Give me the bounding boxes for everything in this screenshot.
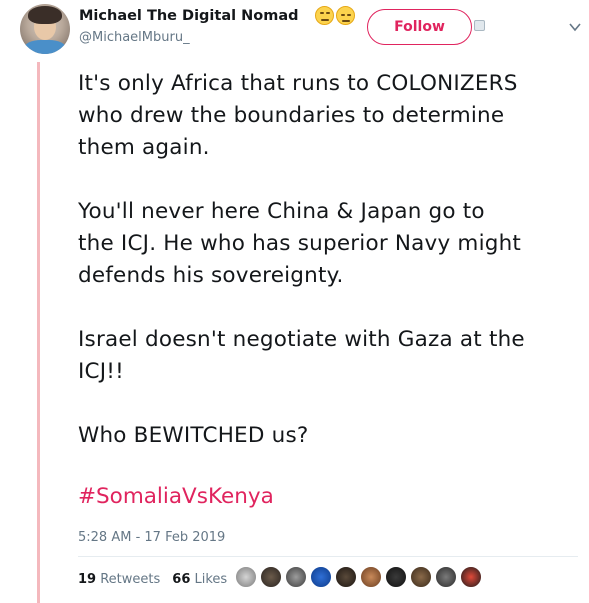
unamused-emoji-icon <box>336 6 355 25</box>
emoji-eye <box>347 14 351 16</box>
liker-avatar-9[interactable] <box>435 566 457 588</box>
follow-settings-icon <box>474 20 485 31</box>
liker-avatar-1[interactable] <box>235 566 257 588</box>
avatar-hair <box>28 6 62 24</box>
follow-button[interactable]: Follow <box>367 9 472 45</box>
display-name[interactable]: Michael The Digital Nomad <box>79 8 299 24</box>
hashtag-link[interactable]: #SomaliaVsKenya <box>78 484 274 509</box>
likes-stat[interactable]: 66 Likes <box>172 572 227 587</box>
retweets-stat[interactable]: 19 Retweets <box>78 572 160 587</box>
likes-count: 66 <box>172 572 191 587</box>
username-handle[interactable]: @MichaelMburu_ <box>79 30 190 45</box>
likes-label: Likes <box>194 572 228 587</box>
divider <box>78 556 578 557</box>
tweet-paragraph: Who BEWITCHED us? <box>78 423 309 448</box>
emoji-eye <box>341 14 345 16</box>
retweets-label: Retweets <box>100 572 161 587</box>
tweet-paragraph: You'll never here China & Japan go to th… <box>78 199 522 288</box>
tweet-timestamp[interactable]: 5:28 AM - 17 Feb 2019 <box>78 530 225 545</box>
thread-line <box>37 62 40 603</box>
liker-avatar-3[interactable] <box>285 566 307 588</box>
liker-avatar-2[interactable] <box>260 566 282 588</box>
emoji-eye <box>326 12 330 14</box>
avatar[interactable] <box>20 4 70 54</box>
liker-avatars <box>235 566 482 592</box>
retweets-count: 19 <box>78 572 97 587</box>
tweet-text: It's only Africa that runs to COLONIZERS… <box>78 68 578 484</box>
liker-avatar-7[interactable] <box>385 566 407 588</box>
rolling-eyes-emoji-icon <box>315 6 334 25</box>
tweet-paragraph: Israel doesn't negotiate with Gaza at th… <box>78 327 525 384</box>
liker-avatar-5[interactable] <box>335 566 357 588</box>
emoji-mouth <box>321 19 329 21</box>
liker-avatar-6[interactable] <box>360 566 382 588</box>
liker-avatar-4[interactable] <box>310 566 332 588</box>
tweet-stats: 19 Retweets 66 Likes <box>78 572 227 587</box>
liker-avatar-10[interactable] <box>460 566 482 588</box>
emoji-mouth <box>342 20 350 22</box>
avatar-shirt <box>24 40 66 54</box>
liker-avatar-8[interactable] <box>410 566 432 588</box>
emoji-eye <box>320 12 324 14</box>
tweet-paragraph: It's only Africa that runs to COLONIZERS… <box>78 71 518 160</box>
chevron-down-icon[interactable] <box>568 20 582 34</box>
